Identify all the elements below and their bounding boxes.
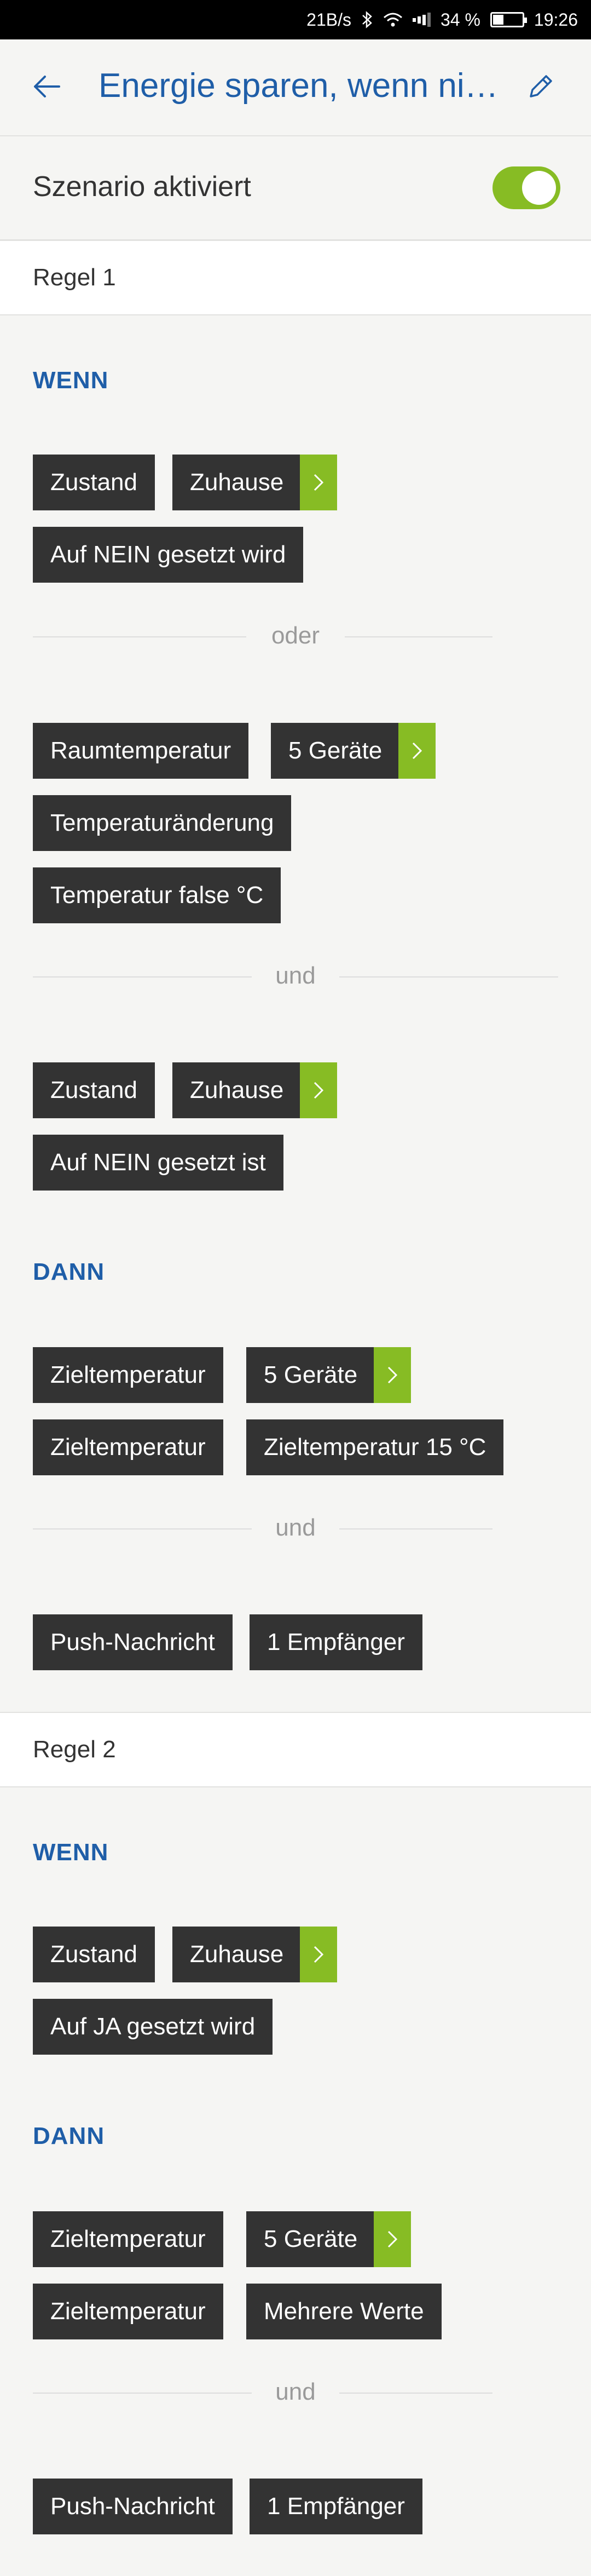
connector-und: und [275,1514,316,1541]
scenario-label: Szenario aktiviert [33,171,251,203]
rule-1-wenn-label: WENN [33,367,109,394]
condition-state-chip[interactable]: Auf NEIN gesetzt wird [33,527,304,583]
scenario-activation-row: Szenario aktiviert [0,136,591,240]
back-arrow-icon[interactable] [31,70,63,103]
chevron-right-icon [300,1927,338,1982]
condition-state-chip[interactable]: Temperaturänderung [33,795,292,851]
toggle-knob [522,171,556,205]
divider-line [339,2393,493,2394]
action-value-chip[interactable]: Zieltemperatur 15 °C [246,1419,504,1475]
scenario-toggle[interactable] [493,166,560,209]
connector-und: und [275,2378,316,2405]
status-bar: 21B/s 34 % 19:26 [0,0,591,39]
action-param-chip[interactable]: Zieltemperatur [33,1419,223,1475]
app-header: Energie sparen, wenn ni… [0,39,591,136]
action-type-chip[interactable]: Zieltemperatur [33,1347,223,1403]
signal-icon [412,12,431,27]
divider-line [33,1528,252,1530]
chevron-right-icon [398,723,436,779]
chevron-right-icon [300,1062,338,1118]
action-type-chip[interactable]: Push-Nachricht [33,1614,233,1670]
battery-percent: 34 % [440,9,480,30]
action-param-chip[interactable]: Zieltemperatur [33,2284,223,2339]
action-target-chip[interactable]: 1 Empfänger [250,1614,422,1670]
condition-value-chip[interactable]: Temperatur false °C [33,867,281,923]
rule-2-title: Regel 2 [33,1736,116,1763]
divider-line [339,976,558,978]
divider-line [339,1528,493,1530]
condition-target-chip[interactable]: Zuhause [172,455,338,510]
action-type-chip[interactable]: Push-Nachricht [33,2479,233,2534]
divider-line [33,2393,252,2394]
condition-target-chip[interactable]: Zuhause [172,1927,338,1982]
condition-target-chip[interactable]: 5 Geräte [271,723,436,779]
action-target-chip[interactable]: 5 Geräte [246,2211,412,2267]
bluetooth-icon [361,11,373,28]
action-value-chip[interactable]: Mehrere Werte [246,2284,442,2339]
page-title: Energie sparen, wenn ni… [99,67,499,105]
connector-und: und [275,962,316,989]
condition-state-chip[interactable]: Auf NEIN gesetzt ist [33,1135,283,1191]
wifi-icon [383,12,403,27]
condition-type-chip[interactable]: Zustand [33,455,155,510]
battery-icon [490,12,527,27]
condition-state-chip[interactable]: Auf JA gesetzt wird [33,1999,273,2055]
chevron-right-icon [374,2211,412,2267]
divider-line [33,976,252,978]
action-target-chip[interactable]: 1 Empfänger [250,2479,422,2534]
rule-1-dann-label: DANN [33,1258,105,1285]
connector-oder: oder [271,622,320,649]
rule-2-wenn-label: WENN [33,1839,109,1866]
condition-type-chip[interactable]: Raumtemperatur [33,723,249,779]
rule-2-dann-label: DANN [33,2123,105,2149]
action-target-chip[interactable]: 5 Geräte [246,1347,412,1403]
chevron-right-icon [374,1347,412,1403]
rule-1-title: Regel 1 [33,264,116,291]
condition-target-chip[interactable]: Zuhause [172,1062,338,1118]
action-type-chip[interactable]: Zieltemperatur [33,2211,223,2267]
chevron-right-icon [300,455,338,510]
edit-pencil-icon[interactable] [524,70,557,103]
rule-1-header: Regel 1 [0,240,591,315]
condition-type-chip[interactable]: Zustand [33,1062,155,1118]
network-speed: 21B/s [306,9,351,30]
condition-type-chip[interactable]: Zustand [33,1927,155,1982]
rule-2-header: Regel 2 [0,1712,591,1787]
divider-line [345,636,493,637]
divider-line [33,636,246,637]
clock: 19:26 [534,9,578,30]
